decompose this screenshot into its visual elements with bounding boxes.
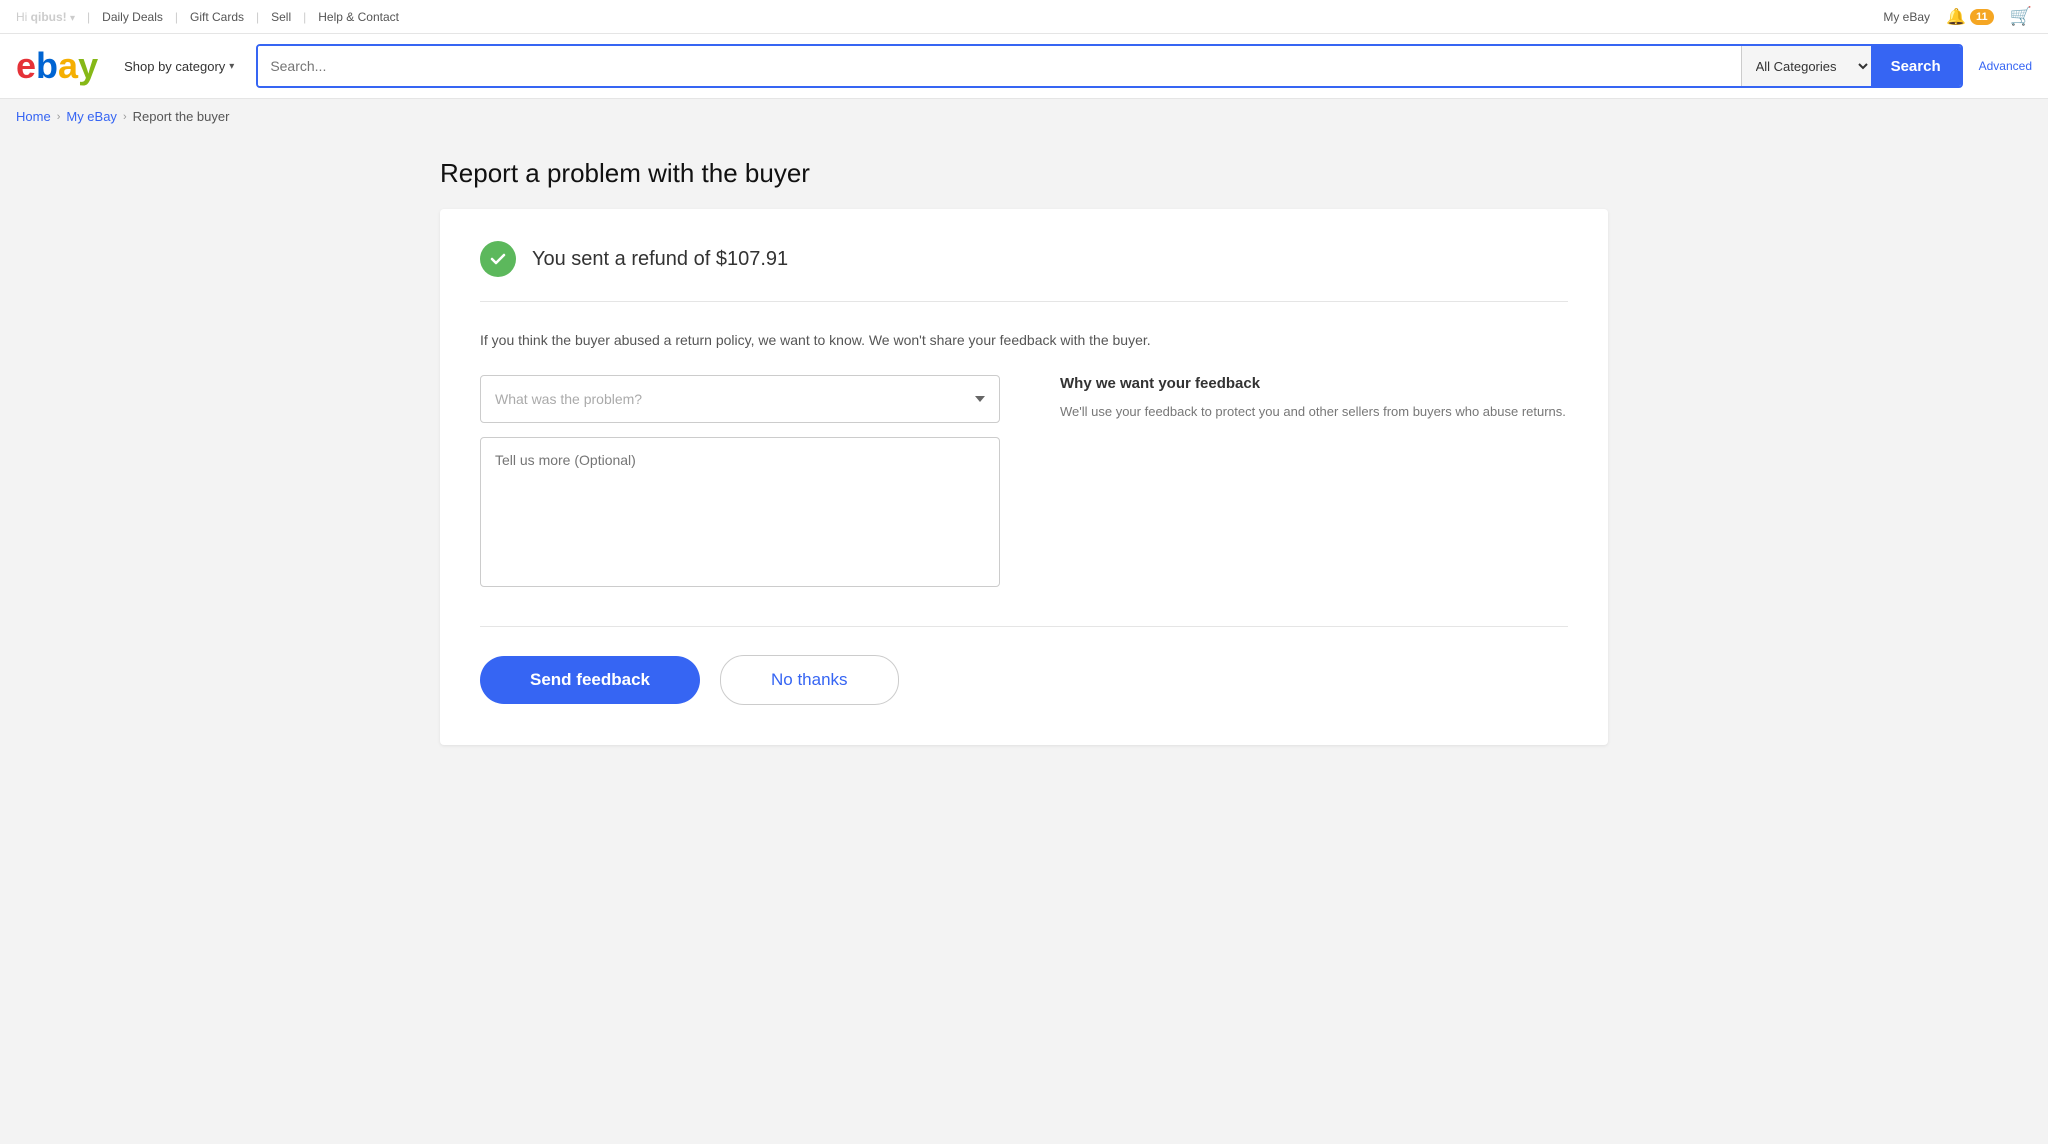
tell-us-textarea[interactable] — [480, 437, 1000, 587]
logo-e: e — [16, 48, 36, 84]
notification-area[interactable]: 🔔 11 — [1946, 7, 1994, 27]
breadcrumb-myebay[interactable]: My eBay — [66, 109, 117, 124]
notification-badge: 11 — [1970, 9, 1994, 25]
username: qibus! — [31, 10, 67, 24]
logo-b: b — [36, 48, 58, 84]
check-circle-icon — [480, 241, 516, 277]
category-select[interactable]: All Categories — [1741, 46, 1871, 86]
logo-a: a — [58, 48, 78, 84]
chevron-down-icon: ▾ — [229, 61, 234, 72]
main-card: You sent a refund of $107.91 If you thin… — [440, 209, 1608, 745]
send-feedback-button[interactable]: Send feedback — [480, 656, 700, 704]
top-bar-right: My eBay 🔔 11 🛒 — [1883, 6, 2032, 27]
refund-row: You sent a refund of $107.91 — [480, 241, 1568, 277]
greeting: Hi qibus! ▾ — [16, 10, 75, 24]
page-title: Report a problem with the buyer — [440, 158, 1608, 189]
refund-message: You sent a refund of $107.91 — [532, 248, 788, 271]
breadcrumb-current: Report the buyer — [133, 109, 230, 124]
side-info: Why we want your feedback We'll use your… — [1060, 375, 1568, 423]
help-contact-link[interactable]: Help & Contact — [318, 10, 399, 24]
cart-icon[interactable]: 🛒 — [2010, 6, 2032, 27]
breadcrumb-home[interactable]: Home — [16, 109, 51, 124]
why-text: We'll use your feedback to protect you a… — [1060, 402, 1568, 423]
breadcrumb-chevron-2: › — [123, 111, 127, 123]
shop-by-category-button[interactable]: Shop by category ▾ — [118, 55, 240, 78]
search-bar: All Categories Search — [256, 44, 1962, 88]
separator3: | — [256, 10, 259, 24]
top-bar: Hi qibus! ▾ | Daily Deals | Gift Cards |… — [0, 0, 2048, 34]
dropdown-arrow[interactable]: ▾ — [70, 13, 75, 24]
sell-link[interactable]: Sell — [271, 10, 291, 24]
separator: | — [87, 10, 90, 24]
button-row: Send feedback No thanks — [480, 655, 1568, 705]
advanced-link[interactable]: Advanced — [1979, 59, 2032, 73]
top-bar-left: Hi qibus! ▾ | Daily Deals | Gift Cards |… — [16, 10, 399, 24]
page-content: Report a problem with the buyer You sent… — [424, 134, 1624, 769]
search-input[interactable] — [258, 46, 1740, 86]
description-text: If you think the buyer abused a return p… — [480, 330, 1568, 351]
bottom-divider — [480, 626, 1568, 627]
main-header: e b a y Shop by category ▾ All Categorie… — [0, 34, 2048, 99]
daily-deals-link[interactable]: Daily Deals — [102, 10, 163, 24]
problem-select[interactable]: What was the problem? — [480, 375, 1000, 423]
form-layout: What was the problem? Why we want your f… — [480, 375, 1568, 590]
top-divider — [480, 301, 1568, 302]
form-section: What was the problem? — [480, 375, 1000, 590]
no-thanks-button[interactable]: No thanks — [720, 655, 899, 705]
shop-by-category-label: Shop by category — [124, 59, 225, 74]
breadcrumb: Home › My eBay › Report the buyer — [0, 99, 2048, 134]
search-button[interactable]: Search — [1871, 46, 1961, 86]
logo-y: y — [78, 48, 98, 84]
bell-icon: 🔔 — [1946, 7, 1966, 27]
ebay-logo[interactable]: e b a y — [16, 48, 98, 84]
separator2: | — [175, 10, 178, 24]
gift-cards-link[interactable]: Gift Cards — [190, 10, 244, 24]
separator4: | — [303, 10, 306, 24]
breadcrumb-chevron-1: › — [57, 111, 61, 123]
myebay-link[interactable]: My eBay — [1883, 10, 1930, 24]
why-title: Why we want your feedback — [1060, 375, 1568, 392]
